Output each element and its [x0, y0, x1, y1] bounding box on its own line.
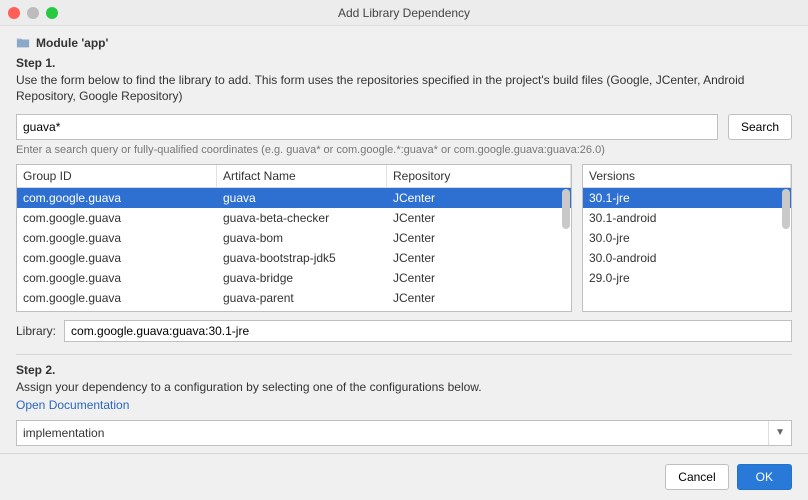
- cell-group: com.google.guava: [17, 288, 217, 308]
- cell-artifact: guava-bridge: [217, 268, 387, 288]
- search-input[interactable]: [16, 114, 718, 140]
- configuration-select[interactable]: implementation ▼: [16, 420, 792, 446]
- table-row[interactable]: com.google.guavaguavaJCenter: [17, 188, 571, 208]
- cell-group: com.google.guava: [17, 248, 217, 268]
- folder-icon: [16, 36, 30, 50]
- module-header: Module 'app': [16, 36, 792, 50]
- cell-repo: JCenter: [387, 228, 571, 248]
- cancel-button[interactable]: Cancel: [665, 464, 728, 490]
- table-row[interactable]: com.google.guavaguava-parentJCenter: [17, 288, 571, 308]
- col-header-group[interactable]: Group ID: [17, 165, 217, 187]
- cell-repo: JCenter: [387, 268, 571, 288]
- cell-group: com.google.guava: [17, 228, 217, 248]
- module-label: Module 'app': [36, 36, 108, 50]
- window-title: Add Library Dependency: [338, 6, 470, 20]
- cell-version: 30.1-android: [583, 208, 791, 228]
- dialog-footer: Cancel OK: [0, 453, 808, 500]
- cell-version: 30.0-android: [583, 248, 791, 268]
- titlebar: Add Library Dependency: [0, 0, 808, 26]
- cell-artifact: guava-parent: [217, 288, 387, 308]
- cell-group: com.google.guava: [17, 188, 217, 208]
- cell-repo: JCenter: [387, 188, 571, 208]
- cell-group: com.google.guava: [17, 208, 217, 228]
- version-row[interactable]: 29.0-jre: [583, 268, 791, 288]
- library-label: Library:: [16, 324, 56, 338]
- versions-table: Versions 30.1-jre30.1-android30.0-jre30.…: [582, 164, 792, 312]
- col-header-repo[interactable]: Repository: [387, 165, 571, 187]
- table-row[interactable]: com.google.guavaguava-bridgeJCenter: [17, 268, 571, 288]
- version-row[interactable]: 30.1-android: [583, 208, 791, 228]
- cell-artifact: guava-beta-checker: [217, 208, 387, 228]
- table-row[interactable]: com.google.guavaguava-beta-checkerJCente…: [17, 208, 571, 228]
- table-row[interactable]: com.google.guavaguava-bootstrap-jdk5JCen…: [17, 248, 571, 268]
- cell-version: 30.0-jre: [583, 228, 791, 248]
- ok-button[interactable]: OK: [737, 464, 792, 490]
- close-icon[interactable]: [8, 7, 20, 19]
- table-row[interactable]: com.google.guavaguava-bomJCenter: [17, 228, 571, 248]
- step2-label: Step 2.: [16, 363, 792, 377]
- minimize-icon: [27, 7, 39, 19]
- chevron-down-icon: ▼: [768, 421, 785, 445]
- maximize-icon[interactable]: [46, 7, 58, 19]
- configuration-value: implementation: [23, 426, 104, 440]
- cell-group: com.google.guava: [17, 268, 217, 288]
- col-header-artifact[interactable]: Artifact Name: [217, 165, 387, 187]
- library-input[interactable]: [64, 320, 792, 342]
- version-row[interactable]: 30.1-jre: [583, 188, 791, 208]
- results-table: Group ID Artifact Name Repository com.go…: [16, 164, 572, 312]
- cell-artifact: guava-bootstrap-jdk5: [217, 248, 387, 268]
- search-button[interactable]: Search: [728, 114, 792, 140]
- step1-desc: Use the form below to find the library t…: [16, 72, 792, 104]
- col-header-versions[interactable]: Versions: [583, 165, 791, 187]
- step2-desc: Assign your dependency to a configuratio…: [16, 379, 792, 395]
- cell-version: 30.1-jre: [583, 188, 791, 208]
- cell-repo: JCenter: [387, 248, 571, 268]
- cell-repo: JCenter: [387, 288, 571, 308]
- cell-version: 29.0-jre: [583, 268, 791, 288]
- window-controls: [8, 7, 58, 19]
- version-row[interactable]: 30.0-android: [583, 248, 791, 268]
- open-documentation-link[interactable]: Open Documentation: [16, 398, 792, 412]
- scrollbar[interactable]: [562, 189, 570, 229]
- cell-artifact: guava-bom: [217, 228, 387, 248]
- scrollbar[interactable]: [782, 189, 790, 229]
- cell-repo: JCenter: [387, 208, 571, 228]
- cell-artifact: guava: [217, 188, 387, 208]
- search-hint: Enter a search query or fully-qualified …: [16, 144, 792, 156]
- divider: [16, 354, 792, 355]
- step1-label: Step 1.: [16, 56, 792, 70]
- version-row[interactable]: 30.0-jre: [583, 228, 791, 248]
